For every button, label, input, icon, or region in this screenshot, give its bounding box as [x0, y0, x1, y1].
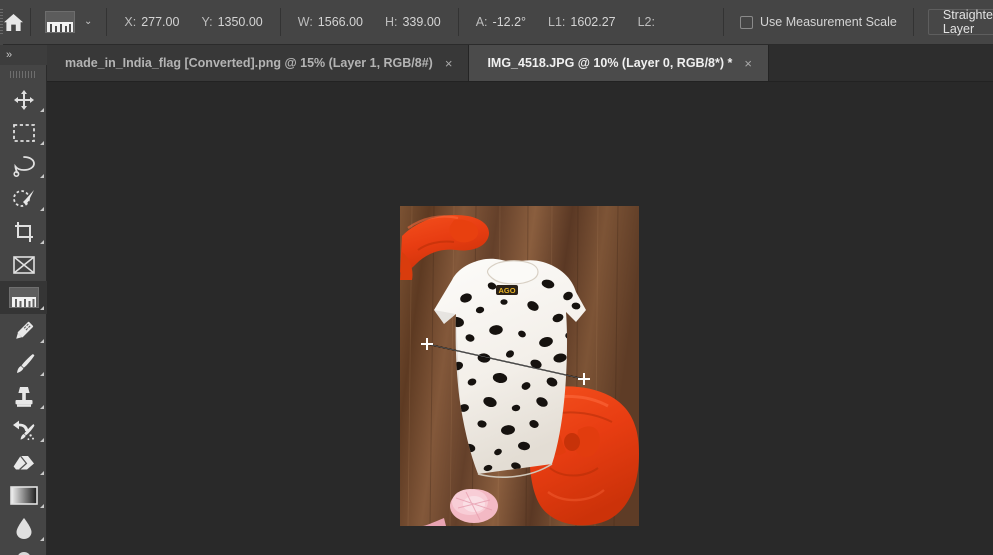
tool-submenu-indicator: [40, 372, 44, 376]
svg-text:AGO: AGO: [498, 286, 515, 295]
field-x-label: X:: [124, 15, 137, 29]
tab-img-4518[interactable]: IMG_4518.JPG @ 10% (Layer 0, RGB/8*) * ×: [469, 45, 769, 81]
tool-submenu-indicator: [40, 141, 44, 145]
close-icon[interactable]: ×: [443, 55, 455, 72]
move-tool-icon: [13, 89, 34, 110]
close-icon[interactable]: ×: [742, 55, 754, 72]
divider: [30, 8, 31, 36]
frame-icon: [12, 255, 35, 274]
quick-selection-icon: [12, 189, 34, 207]
field-angle[interactable]: A: -12.2°: [465, 15, 537, 29]
document-tab-bar: made_in_India_flag [Converted].png @ 15%…: [47, 45, 993, 82]
field-y[interactable]: Y: 1350.00: [190, 15, 273, 29]
field-y-value: 1350.00: [217, 15, 263, 29]
eyedropper-ruler-tool[interactable]: [0, 281, 47, 314]
rectangular-marquee-tool[interactable]: [0, 116, 47, 149]
tool-submenu-indicator: [40, 306, 44, 310]
field-x-value: 277.00: [141, 15, 180, 29]
crop-tool[interactable]: [0, 215, 47, 248]
use-measurement-scale-label: Use Measurement Scale: [760, 15, 897, 29]
brush-tool[interactable]: [0, 347, 47, 380]
field-x[interactable]: X: 277.00: [113, 15, 190, 29]
lasso-tool[interactable]: [0, 149, 47, 182]
tab-title: made_in_India_flag [Converted].png @ 15%…: [65, 56, 433, 70]
home-button[interactable]: [3, 0, 24, 45]
field-l1-label: L1:: [548, 15, 566, 29]
field-h[interactable]: H: 339.00: [374, 15, 452, 29]
field-y-label: Y:: [201, 15, 213, 29]
gradient-tool[interactable]: [0, 479, 47, 512]
flat-lay-photo: AGO: [400, 206, 639, 526]
rectangular-marquee-icon: [12, 123, 35, 142]
field-w[interactable]: W: 1566.00: [287, 15, 374, 29]
move-tool[interactable]: [0, 83, 47, 116]
field-l1-value: 1602.27: [570, 15, 616, 29]
tool-submenu-indicator: [40, 537, 44, 541]
spot-healing-brush-tool[interactable]: [0, 314, 47, 347]
chevron-down-icon: ⌄: [84, 16, 93, 27]
divider: [912, 8, 914, 36]
divider: [106, 8, 108, 36]
tools-panel: »: [0, 45, 47, 555]
tool-submenu-indicator: [40, 207, 44, 211]
tool-submenu-indicator: [40, 504, 44, 508]
eraser-tool[interactable]: [0, 446, 47, 479]
collapse-tools-button[interactable]: »: [0, 45, 47, 65]
healing-brush-icon: [15, 321, 33, 339]
canvas-area[interactable]: AGO: [47, 82, 993, 555]
blur-tool[interactable]: [0, 512, 47, 545]
quick-selection-tool[interactable]: [0, 182, 47, 215]
ruler-measure-icon: [8, 287, 39, 308]
field-l2-label: L2:: [637, 15, 655, 29]
tab-title: IMG_4518.JPG @ 10% (Layer 0, RGB/8*) *: [487, 56, 733, 70]
field-l1[interactable]: L1: 1602.27: [537, 15, 627, 29]
field-angle-value: -12.2°: [492, 15, 527, 29]
field-l2[interactable]: L2:: [627, 15, 671, 29]
eraser-icon: [13, 455, 34, 470]
document-image-img-4518[interactable]: AGO: [400, 206, 639, 526]
tool-submenu-indicator: [40, 339, 44, 343]
tool-submenu-indicator: [40, 405, 44, 409]
tool-preset-picker[interactable]: ⌄: [37, 3, 100, 41]
crop-icon: [14, 221, 33, 242]
clone-stamp-icon: [15, 386, 32, 407]
frame-tool[interactable]: [0, 248, 47, 281]
divider: [279, 8, 281, 36]
divider: [723, 8, 724, 36]
history-brush-tool[interactable]: [0, 413, 47, 446]
tool-submenu-indicator: [40, 240, 44, 244]
history-brush-icon: [12, 420, 34, 440]
field-w-label: W:: [297, 15, 313, 29]
field-w-value: 1566.00: [317, 15, 363, 29]
field-h-label: H:: [384, 15, 398, 29]
checkbox-icon[interactable]: [740, 15, 753, 29]
tools-panel-grip[interactable]: [0, 65, 46, 83]
tool-submenu-indicator: [40, 174, 44, 178]
clone-stamp-tool[interactable]: [0, 380, 47, 413]
straighten-layer-button[interactable]: Straighten Layer: [927, 8, 993, 36]
field-angle-label: A:: [475, 15, 488, 29]
lasso-icon: [12, 155, 35, 177]
field-h-value: 339.00: [402, 15, 441, 29]
tool-submenu-indicator: [40, 108, 44, 112]
divider: [457, 8, 459, 36]
tool-submenu-indicator: [40, 438, 44, 442]
photoshop-window: ⌄ X: 277.00 Y: 1350.00 W: 1566.00 H: 339…: [0, 0, 993, 555]
droplet-icon: [16, 518, 31, 539]
use-measurement-scale-checkbox[interactable]: Use Measurement Scale: [730, 15, 907, 29]
brush-icon: [16, 353, 34, 373]
options-bar: ⌄ X: 277.00 Y: 1350.00 W: 1566.00 H: 339…: [0, 0, 993, 45]
dodge-icon: [17, 551, 30, 555]
ruler-tool-icon: [45, 11, 75, 33]
dodge-tool[interactable]: [0, 545, 47, 555]
tab-made-in-india-flag[interactable]: made_in_India_flag [Converted].png @ 15%…: [47, 45, 470, 81]
gradient-icon: [9, 486, 38, 505]
home-icon: [4, 13, 23, 31]
tool-submenu-indicator: [40, 471, 44, 475]
